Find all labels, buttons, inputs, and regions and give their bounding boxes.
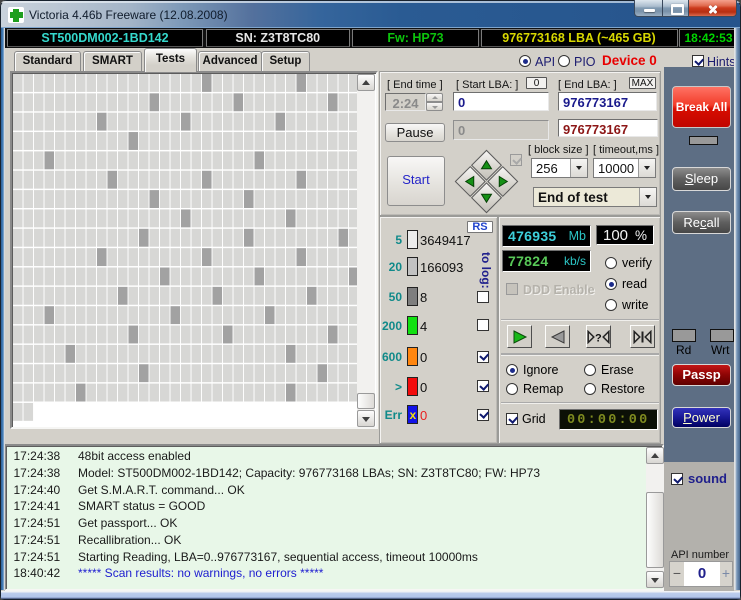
- svg-text:?: ?: [595, 333, 602, 345]
